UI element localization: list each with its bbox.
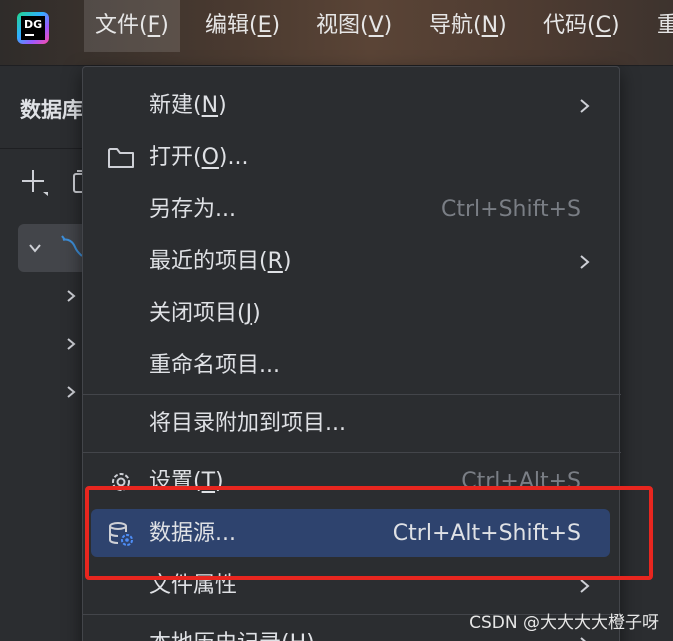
menu-refactor[interactable]: 重 bbox=[646, 0, 673, 52]
menu-edit-mnemonic: E bbox=[257, 13, 272, 38]
menu-separator bbox=[83, 394, 621, 395]
menu-item-recent-projects[interactable]: 最近的项目(R) bbox=[83, 236, 621, 288]
chevron-right-icon[interactable] bbox=[64, 337, 78, 351]
menu-view-mnemonic: V bbox=[368, 13, 384, 38]
menu-file-mnemonic: F bbox=[147, 13, 161, 38]
menu-item-close-project[interactable]: 关闭项目(J) bbox=[83, 288, 621, 340]
menu-code[interactable]: 代码(C) bbox=[532, 0, 631, 52]
title-bar: DG 文件(F) 编辑(E) 视图(V) 导航(N) 代码(C) 重 bbox=[0, 0, 673, 66]
menu-item-label: 本地历史记录(H) bbox=[149, 618, 315, 641]
datagrip-logo-icon[interactable]: DG bbox=[17, 12, 49, 44]
menu-edit-suffix: ) bbox=[271, 13, 281, 38]
menu-navigate[interactable]: 导航(N) bbox=[418, 0, 518, 52]
menu-navigate-mnemonic: N bbox=[481, 13, 499, 38]
logo-text: DG bbox=[24, 18, 43, 31]
menu-refactor-label: 重 bbox=[657, 13, 673, 38]
menu-item-label: 另存为... bbox=[149, 197, 236, 222]
menu-item-label: 最近的项目(R) bbox=[149, 249, 292, 274]
submenu-arrow-icon bbox=[580, 579, 590, 593]
menu-item-save-as[interactable]: 另存为... Ctrl+Shift+S bbox=[83, 184, 621, 236]
menu-code-suffix: ) bbox=[610, 13, 620, 38]
submenu-arrow-icon bbox=[580, 99, 590, 113]
menu-item-open[interactable]: 打开(O)... bbox=[83, 132, 621, 184]
menu-code-label: 代码( bbox=[543, 13, 596, 38]
menu-code-mnemonic: C bbox=[595, 13, 611, 38]
watermark: CSDN @大大大大橙子呀 bbox=[469, 613, 659, 633]
chevron-right-icon[interactable] bbox=[64, 289, 78, 303]
menu-item-label: 关闭项目(J) bbox=[149, 301, 261, 326]
submenu-arrow-icon bbox=[580, 255, 590, 269]
menu-file[interactable]: 文件(F) bbox=[84, 0, 180, 52]
menu-item-new[interactable]: 新建(N) bbox=[83, 80, 621, 132]
chevron-down-icon[interactable] bbox=[28, 241, 42, 255]
menu-view[interactable]: 视图(V) bbox=[305, 0, 403, 52]
menu-item-label: 打开(O)... bbox=[149, 145, 249, 170]
menu-item-label: 重命名项目... bbox=[149, 353, 280, 378]
submenu-arrow-icon bbox=[580, 637, 587, 641]
menu-view-suffix: ) bbox=[383, 13, 393, 38]
panel-title: 数据库 bbox=[20, 98, 83, 122]
chevron-right-icon[interactable] bbox=[64, 385, 78, 399]
menu-item-attach-directory[interactable]: 将目录附加到项目... bbox=[83, 398, 621, 450]
menu-navigate-suffix: ) bbox=[498, 13, 507, 38]
menu-navigate-label: 导航( bbox=[429, 13, 482, 38]
menu-file-label: 文件( bbox=[95, 13, 148, 38]
menu-item-shortcut: Ctrl+Shift+S bbox=[441, 197, 581, 222]
menu-edit[interactable]: 编辑(E) bbox=[194, 0, 291, 52]
menu-item-rename-project[interactable]: 重命名项目... bbox=[83, 340, 621, 392]
mysql-dolphin-icon bbox=[61, 235, 83, 257]
annotation-highlight-box bbox=[85, 486, 653, 580]
add-icon[interactable] bbox=[20, 168, 48, 196]
menu-separator bbox=[83, 452, 621, 453]
menu-edit-label: 编辑( bbox=[205, 13, 258, 38]
folder-icon bbox=[108, 148, 134, 168]
menu-file-suffix: ) bbox=[160, 13, 169, 38]
menu-view-label: 视图( bbox=[316, 13, 369, 38]
menu-item-label: 新建(N) bbox=[149, 93, 227, 118]
menu-item-label: 将目录附加到项目... bbox=[149, 411, 346, 436]
